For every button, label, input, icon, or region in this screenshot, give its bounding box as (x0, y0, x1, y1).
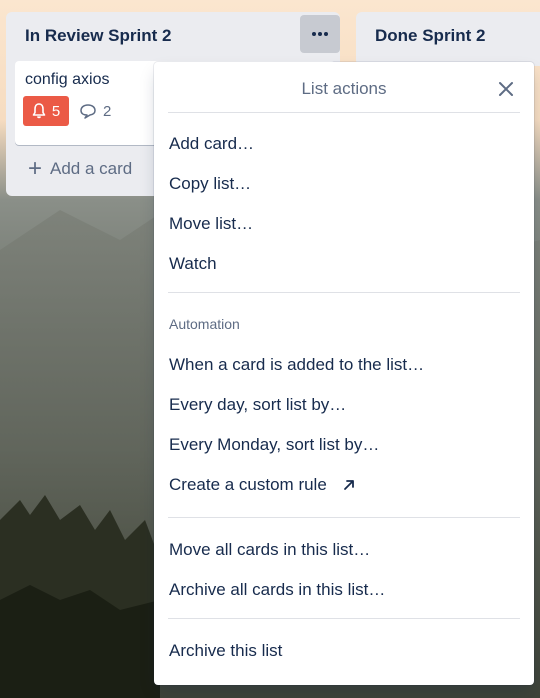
popover-title: List actions (301, 79, 387, 98)
divider (168, 292, 520, 293)
divider (168, 112, 520, 113)
divider (168, 618, 520, 619)
menu-item-watch[interactable]: Watch (169, 254, 217, 274)
list-title[interactable]: In Review Sprint 2 (25, 26, 171, 46)
comments-badge: 2 (79, 96, 111, 126)
close-icon[interactable] (495, 78, 517, 100)
menu-item-sort-every-monday[interactable]: Every Monday, sort list by… (169, 435, 379, 455)
list-actions-popover: List actions Add card… Copy list… Move l… (154, 62, 534, 685)
menu-item-archive-all-cards[interactable]: Archive all cards in this list… (169, 580, 385, 600)
menu-item-add-card[interactable]: Add card… (169, 134, 254, 154)
menu-item-when-card-added[interactable]: When a card is added to the list… (169, 355, 424, 375)
comment-count: 2 (103, 102, 112, 120)
more-icon (312, 32, 328, 36)
bell-icon (32, 103, 46, 119)
comment-icon (80, 104, 96, 119)
custom-rule-label: Create a custom rule (169, 475, 327, 494)
add-card-button[interactable]: + Add a card (28, 155, 133, 182)
menu-item-sort-every-day[interactable]: Every day, sort list by… (169, 395, 346, 415)
menu-item-archive-list[interactable]: Archive this list (169, 641, 282, 661)
list-menu-button[interactable] (300, 15, 340, 53)
notification-count: 5 (51, 102, 61, 120)
divider (168, 517, 520, 518)
list-done: Done Sprint 2 (356, 12, 540, 66)
external-link-icon (343, 480, 354, 490)
card-title: config axios (25, 71, 110, 88)
menu-item-move-list[interactable]: Move list… (169, 214, 253, 234)
notification-badge: 5 (23, 96, 69, 126)
menu-item-copy-list[interactable]: Copy list… (169, 174, 251, 194)
list-title[interactable]: Done Sprint 2 (375, 26, 486, 46)
menu-item-move-all-cards[interactable]: Move all cards in this list… (169, 540, 370, 560)
menu-item-custom-rule[interactable]: Create a custom rule (169, 475, 356, 495)
automation-label: Automation (169, 316, 240, 332)
plus-icon: + (28, 155, 43, 182)
add-card-label: Add a card (50, 159, 133, 178)
